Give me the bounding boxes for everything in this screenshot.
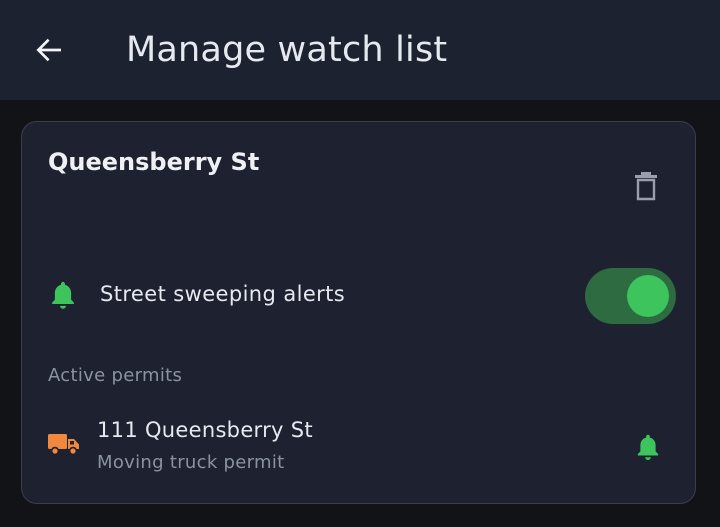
arrow-left-icon (33, 34, 65, 70)
street-sweeping-label: Street sweeping alerts (100, 282, 346, 306)
bell-icon (634, 433, 662, 467)
back-button[interactable] (29, 32, 69, 72)
permit-list-item[interactable]: 111 Queensberry St Moving truck permit (22, 407, 695, 479)
permit-type: Moving truck permit (97, 452, 285, 473)
toggle-knob (627, 275, 669, 317)
watch-list-card: Queensberry St Street sweeping alerts Ac… (21, 121, 696, 504)
app-bar: Manage watch list (0, 0, 720, 100)
page-title: Manage watch list (126, 30, 448, 70)
street-name: Queensberry St (48, 148, 260, 176)
trash-icon (633, 171, 659, 205)
permit-alert-button[interactable] (628, 432, 668, 468)
truck-icon (48, 432, 80, 456)
delete-button[interactable] (626, 168, 666, 208)
street-sweeping-toggle[interactable] (585, 268, 676, 324)
permit-address: 111 Queensberry St (97, 418, 313, 442)
active-permits-heading: Active permits (48, 365, 183, 386)
bell-icon (48, 280, 78, 312)
